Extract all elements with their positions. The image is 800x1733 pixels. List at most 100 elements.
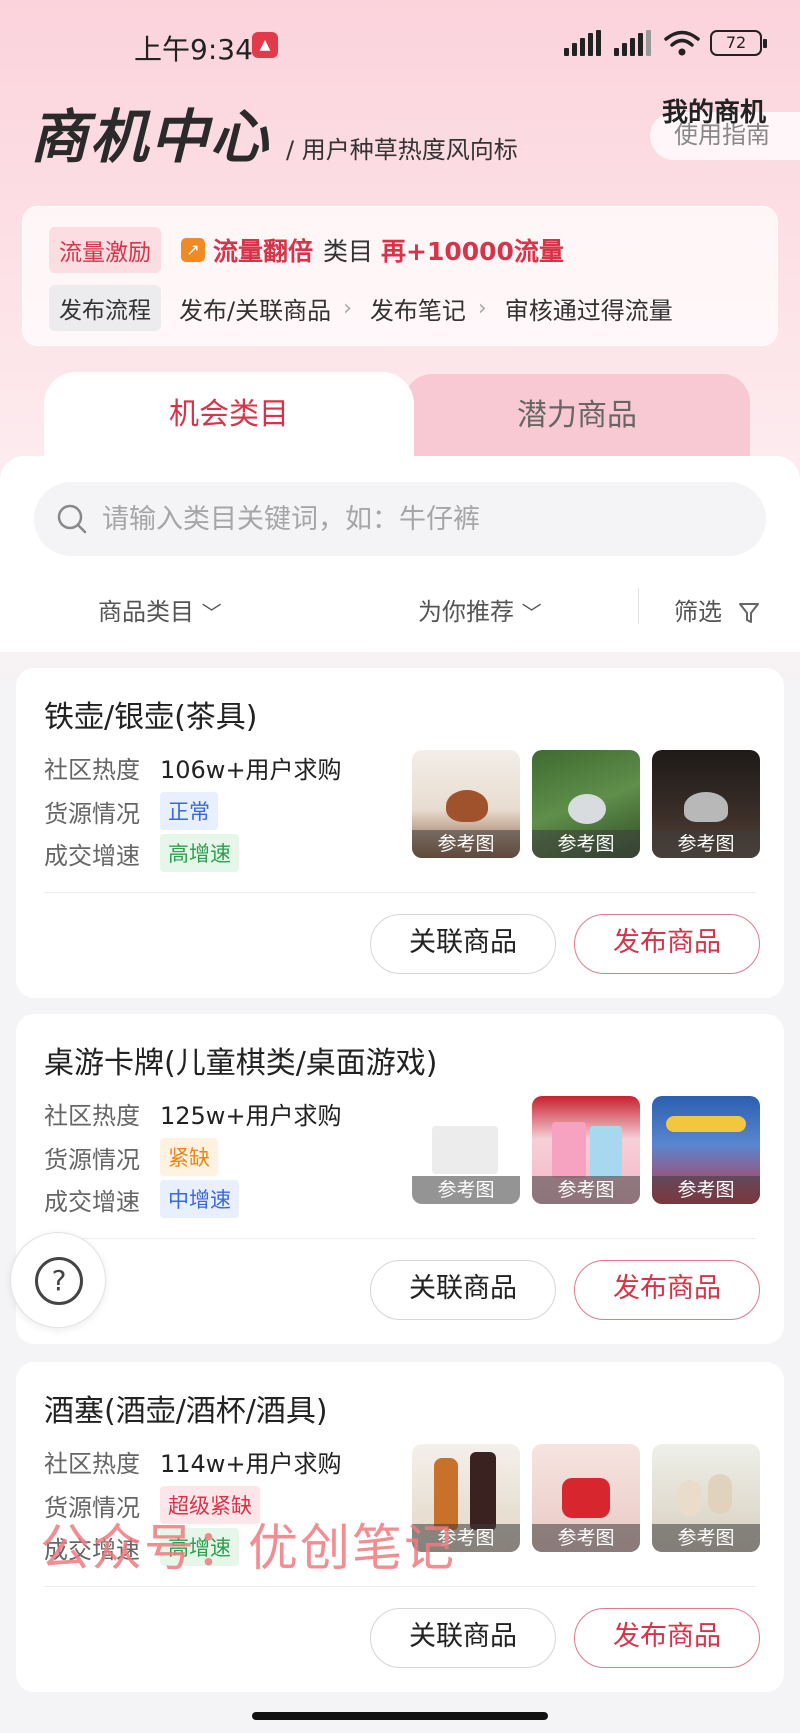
card-title: 酒塞(酒壶/酒杯/酒具) (44, 1394, 328, 1429)
card-divider (44, 1238, 756, 1239)
signal-icon (564, 30, 604, 56)
reference-image[interactable]: 参考图 (532, 750, 640, 858)
supply-badge: 正常 (160, 792, 218, 830)
category-dropdown-label: 商品类目 (98, 598, 194, 626)
reference-images: 参考图 参考图 参考图 (412, 1444, 760, 1552)
teapot-icon (568, 794, 606, 824)
home-indicator[interactable] (252, 1712, 548, 1720)
link-product-button[interactable]: 关联商品 (370, 1260, 556, 1320)
supply-badge: 紧缺 (160, 1138, 218, 1176)
reference-image[interactable]: 参考图 (652, 1096, 760, 1204)
category-card: 桌游卡牌(儿童棋类/桌面游戏) 社区热度 125w+用户求购 货源情况 紧缺 成… (16, 1014, 784, 1344)
category-word: 类目 (323, 237, 374, 266)
recommend-dropdown[interactable]: 为你推荐 ﹀ (418, 592, 542, 627)
reference-images: 参考图 参考图 参考图 (412, 1096, 760, 1204)
battery-indicator: 72 (710, 30, 767, 56)
watermark-text: 公众号：优创笔记 (40, 1519, 456, 1577)
publish-product-button[interactable]: 发布商品 (574, 1260, 760, 1320)
page-title: 商机中心 (30, 103, 271, 171)
reference-label: 参考图 (532, 1176, 640, 1204)
card-box-icon (590, 1126, 622, 1178)
reference-label: 参考图 (532, 1524, 640, 1552)
chevron-right-icon: › (477, 295, 487, 321)
reference-label: 参考图 (652, 1176, 760, 1204)
growth-badge: 中增速 (160, 1180, 239, 1218)
card-title: 桌游卡牌(儿童棋类/桌面游戏) (44, 1046, 438, 1081)
reference-image[interactable]: 参考图 (532, 1444, 640, 1552)
heat-value: 125w+用户求购 (160, 1102, 342, 1130)
search-bar[interactable] (34, 482, 766, 556)
step-2: 发布笔记 (369, 296, 466, 325)
help-button[interactable]: ? (10, 1232, 106, 1328)
heat-label: 社区热度 (44, 1102, 140, 1130)
search-input[interactable] (102, 503, 722, 535)
reference-image[interactable]: 参考图 (412, 1096, 520, 1204)
teapot-icon (684, 792, 728, 822)
supply-label: 货源情况 (44, 799, 140, 828)
filter-button[interactable]: 筛选 (674, 592, 760, 627)
link-product-button[interactable]: 关联商品 (370, 1608, 556, 1668)
reference-label: 参考图 (412, 830, 520, 858)
step-3: 审核通过得流量 (504, 296, 673, 325)
status-icons: 72 (564, 30, 767, 56)
heat-label: 社区热度 (44, 756, 140, 784)
publish-product-button[interactable]: 发布商品 (574, 914, 760, 974)
growth-row: 成交增速 高增速 (44, 834, 239, 872)
card-box-icon (552, 1122, 586, 1178)
heat-row: 社区热度 114w+用户求购 (44, 1444, 342, 1479)
reference-label: 参考图 (412, 1176, 520, 1204)
link-product-button[interactable]: 关联商品 (370, 914, 556, 974)
promo-row-process: 发布流程 发布/关联商品 › 发布笔记 › 审核通过得流量 (49, 285, 673, 331)
stopper-icon (708, 1474, 732, 1514)
heat-value: 114w+用户求购 (160, 1450, 342, 1478)
tab-potential-products[interactable]: 潜力商品 (404, 374, 750, 460)
growth-row: 成交增速 中增速 (44, 1180, 239, 1218)
reference-label: 参考图 (652, 830, 760, 858)
chevron-right-icon: › (343, 295, 352, 321)
growth-label: 成交增速 (44, 841, 140, 870)
heat-label: 社区热度 (44, 1450, 140, 1478)
process-tag: 发布流程 (49, 285, 161, 331)
card-divider (44, 892, 756, 893)
category-dropdown[interactable]: 商品类目 ﹀ (98, 592, 222, 627)
card-divider (44, 1586, 756, 1587)
promo-card: 流量激励 ↗ 流量翻倍 类目 再+10000流量 发布流程 发布/关联商品 › … (22, 206, 778, 346)
traffic-double-text: 流量翻倍 (213, 237, 314, 266)
incentive-tag: 流量激励 (49, 227, 161, 273)
publish-product-button[interactable]: 发布商品 (574, 1608, 760, 1668)
heat-row: 社区热度 125w+用户求购 (44, 1096, 342, 1131)
reference-image[interactable]: 参考图 (652, 1444, 760, 1552)
reference-image[interactable]: 参考图 (652, 750, 760, 858)
card-title: 铁壶/银壶(茶具) (44, 700, 258, 735)
app-notification-icon: ▲ (252, 32, 278, 58)
reference-image[interactable]: 参考图 (412, 750, 520, 858)
trend-up-icon: ↗ (181, 238, 205, 262)
promo-row-incentive: 流量激励 ↗ 流量翻倍 类目 再+10000流量 (49, 227, 564, 273)
status-time: 上午9:34 (134, 33, 253, 66)
bottle-icon (470, 1452, 496, 1530)
heat-value: 106w+用户求购 (160, 756, 342, 784)
question-icon: ? (35, 1257, 83, 1305)
growth-label: 成交增速 (44, 1187, 140, 1216)
status-bar: 上午9:34 ▲ 72 (0, 0, 800, 90)
reference-images: 参考图 参考图 参考图 (412, 750, 760, 858)
reference-label: 参考图 (652, 1524, 760, 1552)
step-1: 发布/关联商品 (179, 296, 332, 325)
stopper-icon (562, 1478, 610, 1518)
stopper-icon (678, 1480, 702, 1516)
reference-label: 参考图 (532, 830, 640, 858)
chevron-down-icon: ﹀ (201, 601, 222, 625)
search-panel: 商品类目 ﹀ 为你推荐 ﹀ 筛选 (0, 456, 800, 652)
supply-label: 货源情况 (44, 1145, 140, 1174)
my-business-link[interactable]: 我的商机 (662, 92, 766, 129)
recommend-dropdown-label: 为你推荐 (418, 598, 514, 626)
category-card: 铁壶/银壶(茶具) 社区热度 106w+用户求购 货源情况 正常 成交增速 高增… (16, 668, 784, 998)
signal-icon-2 (614, 30, 654, 56)
tab-bar: 潜力商品 机会类目 (0, 372, 800, 472)
supply-row: 货源情况 紧缺 (44, 1138, 218, 1176)
teapot-icon (446, 790, 488, 822)
reference-image[interactable]: 参考图 (532, 1096, 640, 1204)
game-art-icon (666, 1116, 746, 1132)
heat-row: 社区热度 106w+用户求购 (44, 750, 342, 785)
page-subtitle: / 用户种草热度风向标 (286, 136, 518, 164)
